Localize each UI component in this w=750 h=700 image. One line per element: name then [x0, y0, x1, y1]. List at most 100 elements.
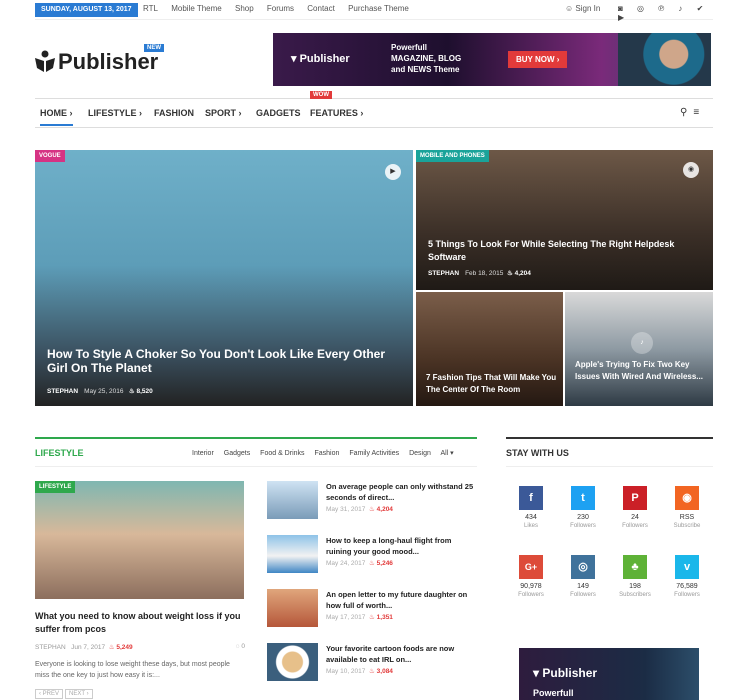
hero-title[interactable]: 7 Fashion Tips That Will Make You The Ce…	[426, 372, 561, 396]
banner-person-image	[618, 33, 711, 86]
user-icon: ☺	[565, 4, 576, 13]
stay-with-us-header: STAY WITH US	[506, 437, 713, 467]
tab-family-activities[interactable]: Family Activities	[349, 450, 399, 457]
list-item-title[interactable]: How to keep a long-haul flight from ruin…	[326, 535, 478, 557]
envato-icon: ♣	[623, 555, 647, 579]
buy-now-button[interactable]: BUY NOW ›	[508, 51, 568, 68]
comment-count[interactable]: ◌ 0	[236, 643, 245, 650]
search-icon[interactable]: ⚲	[680, 107, 693, 118]
vimeo-icon: v	[675, 555, 699, 579]
lifestyle-section-header: LIFESTYLE Interior Gadgets Food & Drinks…	[35, 437, 477, 467]
sidebar-ad[interactable]: ▾ Publisher Powerfull	[519, 648, 699, 700]
google-plus-follow[interactable]: G+ 90,978 Followers	[506, 555, 556, 598]
tab-food-drinks[interactable]: Food & Drinks	[260, 450, 304, 457]
hero-title[interactable]: Apple's Trying To Fix Two Key Issues Wit…	[575, 359, 705, 383]
rss-follow[interactable]: ◉ RSS Subscribe	[662, 486, 712, 529]
post-thumbnail[interactable]	[267, 643, 318, 681]
hero-main-post[interactable]: VOGUE ▶ How To Style A Choker So You Don…	[35, 150, 413, 406]
site-logo[interactable]: Publisher	[58, 49, 158, 75]
post-meta: STEPHAN May 25, 2016 ♨ 8,520	[47, 388, 153, 395]
facebook-icon: f	[519, 486, 543, 510]
instagram-follow[interactable]: ◎ 149 Followers	[558, 555, 608, 598]
facebook-follow[interactable]: f 434 Likes	[506, 486, 556, 529]
banner-logo: ▾ Publisher	[291, 53, 350, 65]
hero-title[interactable]: How To Style A Choker So You Don't Look …	[47, 347, 407, 375]
category-badge[interactable]: MOBILE AND PHONES	[416, 150, 489, 162]
wow-badge: WOW	[310, 91, 332, 99]
vimeo-follow[interactable]: v 76,589 Followers	[662, 555, 712, 598]
nav-actions: ⚲≡	[680, 107, 705, 118]
tab-fashion[interactable]: Fashion	[314, 450, 339, 457]
nav-lifestyle[interactable]: LIFESTYLE ›	[88, 108, 142, 118]
nav-gadgets[interactable]: GADGETS	[256, 108, 301, 118]
hero-title[interactable]: 5 Things To Look For While Selecting The…	[428, 238, 698, 264]
nav-features[interactable]: FEATURES ›	[310, 108, 363, 118]
header-banner-ad[interactable]: ▾ Publisher Powerfull MAGAZINE, BLOG and…	[273, 33, 711, 86]
featured-post-excerpt: Everyone is looking to lose weight these…	[35, 661, 230, 679]
main-nav: HOME › LIFESTYLE › FASHION SPORT › GADGE…	[35, 91, 713, 128]
list-item-meta: May 24, 2017 ♨ 5,246	[326, 560, 393, 567]
section-title[interactable]: LIFESTYLE	[35, 448, 84, 458]
tab-gadgets[interactable]: Gadgets	[224, 450, 250, 457]
rss-icon: ◉	[675, 486, 699, 510]
list-item[interactable]: An open letter to my future daughter on …	[267, 589, 477, 629]
tab-interior[interactable]: Interior	[192, 450, 214, 457]
instagram-icon: ◎	[571, 555, 595, 579]
hero-post-2[interactable]: MOBILE AND PHONES ◉ 5 Things To Look For…	[416, 150, 713, 290]
top-links: RTL Mobile Theme Shop Forums Contact Pur…	[143, 4, 420, 13]
list-item[interactable]: On average people can only withstand 25 …	[267, 481, 477, 521]
featured-post-image[interactable]: LIFESTYLE	[35, 481, 244, 599]
pagination: ‹ PREV NEXT ›	[35, 689, 95, 699]
section-tabs: Interior Gadgets Food & Drinks Fashion F…	[192, 449, 462, 457]
top-link-mobile-theme[interactable]: Mobile Theme	[171, 4, 222, 13]
category-badge[interactable]: LIFESTYLE	[35, 481, 76, 493]
top-link-forums[interactable]: Forums	[267, 4, 294, 13]
list-item[interactable]: How to keep a long-haul flight from ruin…	[267, 535, 477, 575]
next-button[interactable]: NEXT ›	[65, 689, 93, 699]
new-badge: NEW	[144, 44, 164, 52]
pinterest-follow[interactable]: P 24 Followers	[610, 486, 660, 529]
sidebar-ad-text: Powerfull	[533, 688, 574, 698]
nav-home[interactable]: HOME ›	[40, 108, 73, 126]
top-link-shop[interactable]: Shop	[235, 4, 254, 13]
list-item-meta: May 17, 2017 ♨ 1,351	[326, 614, 393, 621]
google-plus-icon: G+	[519, 555, 543, 579]
top-link-purchase[interactable]: Purchase Theme	[348, 4, 409, 13]
nav-sport[interactable]: SPORT ›	[205, 108, 242, 118]
twitter-icon: t	[571, 486, 595, 510]
post-thumbnail[interactable]	[267, 535, 318, 573]
top-link-contact[interactable]: Contact	[307, 4, 335, 13]
featured-post-meta: STEPHAN Jun 7, 2017 ♨ 5,249 ◌ 0	[35, 643, 245, 651]
play-icon[interactable]: ▶	[385, 164, 401, 180]
top-bar: SUNDAY, AUGUST 13, 2017 RTL Mobile Theme…	[35, 0, 713, 22]
featured-post-title[interactable]: What you need to know about weight loss …	[35, 610, 245, 636]
list-item[interactable]: Your favorite cartoon foods are now avai…	[267, 643, 477, 683]
publisher-logo-icon[interactable]	[35, 50, 55, 72]
envato-follow[interactable]: ♣ 198 Subscribers	[610, 555, 660, 598]
nav-fashion[interactable]: FASHION	[154, 108, 194, 118]
sign-in-link[interactable]: ☺ Sign In	[565, 4, 600, 13]
list-item-title[interactable]: On average people can only withstand 25 …	[326, 481, 478, 503]
twitter-follow[interactable]: t 230 Followers	[558, 486, 608, 529]
banner-text: Powerfull MAGAZINE, BLOG and NEWS Theme	[391, 43, 462, 74]
category-badge[interactable]: VOGUE	[35, 150, 65, 162]
sidebar-ad-logo: ▾ Publisher	[533, 666, 598, 680]
post-thumbnail[interactable]	[267, 589, 318, 627]
post-thumbnail[interactable]	[267, 481, 318, 519]
list-item-meta: May 31, 2017 ♨ 4,204	[326, 506, 393, 513]
tab-design[interactable]: Design	[409, 450, 431, 457]
tab-all[interactable]: All ▾	[440, 450, 453, 457]
music-icon: ♪	[631, 332, 653, 354]
prev-button[interactable]: ‹ PREV	[35, 689, 64, 699]
pinterest-icon: P	[623, 486, 647, 510]
top-link-rtl[interactable]: RTL	[143, 4, 158, 13]
hero-post-3[interactable]: 7 Fashion Tips That Will Make You The Ce…	[416, 292, 563, 406]
list-item-title[interactable]: An open letter to my future daughter on …	[326, 589, 478, 611]
camera-icon[interactable]: ◉	[683, 162, 699, 178]
menu-icon[interactable]: ≡	[693, 107, 705, 118]
list-item-meta: May 10, 2017 ♨ 3,084	[326, 668, 393, 675]
top-social-icons[interactable]: ◙ ◎ ℗ ♪ ✔ ▶	[618, 4, 713, 22]
list-item-title[interactable]: Your favorite cartoon foods are now avai…	[326, 643, 478, 665]
section-title: STAY WITH US	[506, 448, 569, 458]
hero-post-4[interactable]: ♪ Apple's Trying To Fix Two Key Issues W…	[565, 292, 713, 406]
